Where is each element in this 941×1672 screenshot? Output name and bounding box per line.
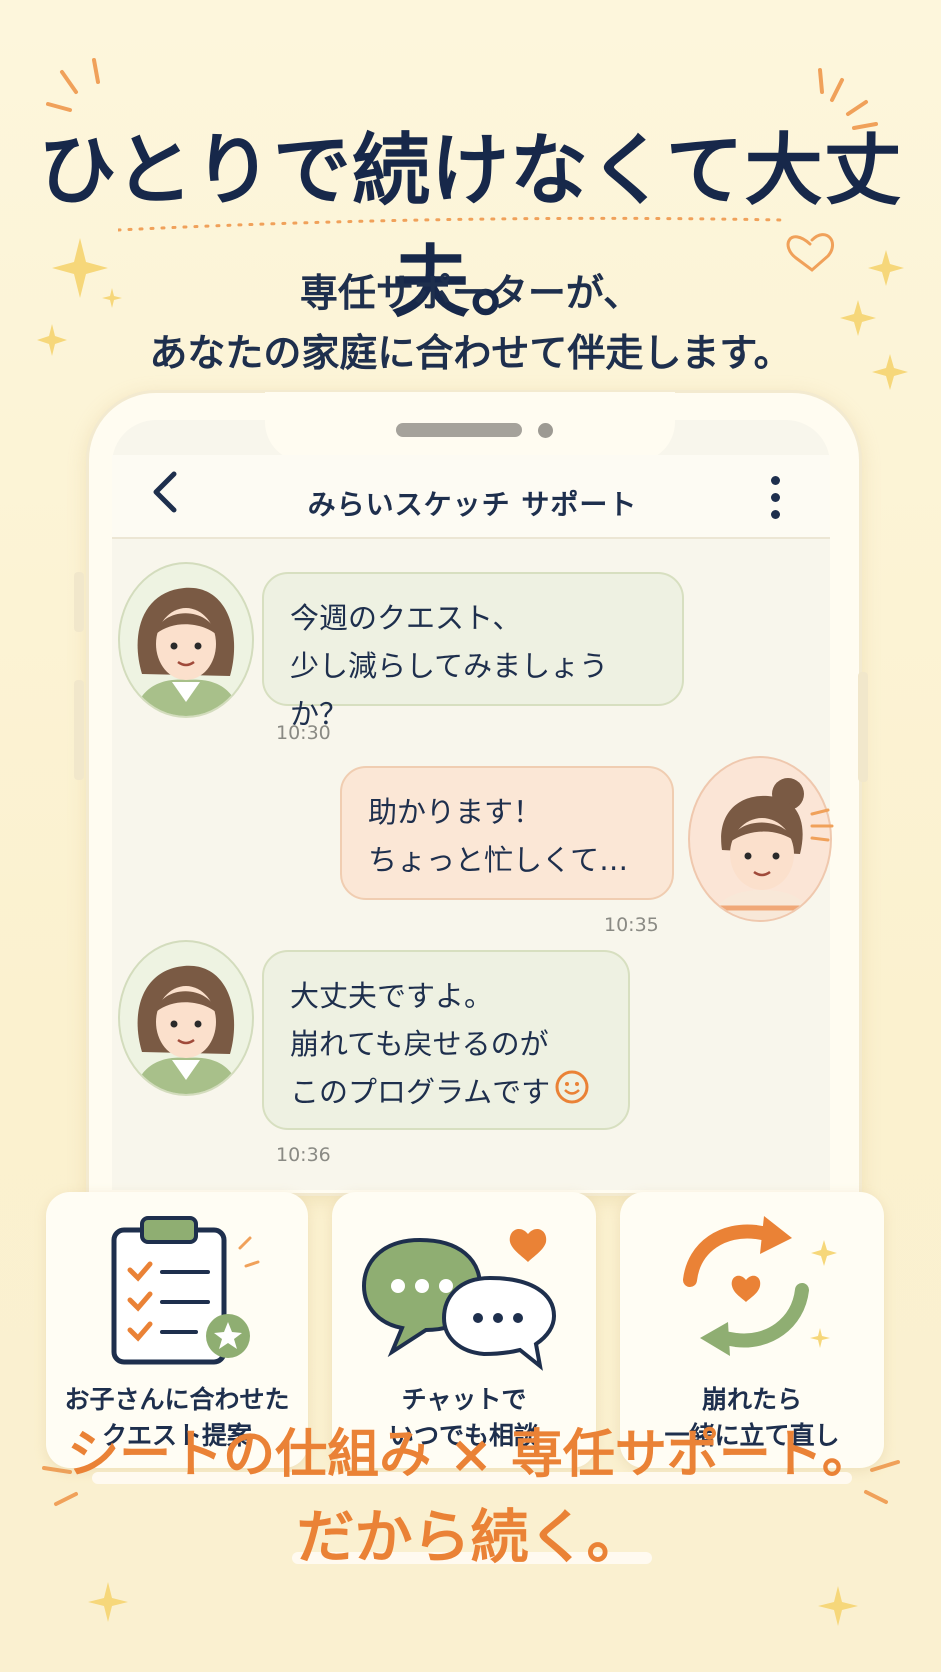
- slogan-line-1: シートの仕組み × 専任サポート。: [67, 1425, 874, 1485]
- message-bubble: 助かります！ ちょっと忙しくて…: [340, 766, 674, 900]
- phone-side-button: [74, 572, 84, 632]
- smile-icon: [554, 1069, 590, 1119]
- sparkle-lines-icon: [810, 808, 834, 842]
- message-line: 少し減らしてみましょうか？: [290, 649, 609, 731]
- message-line: 崩れても戻せるのが: [290, 1027, 549, 1061]
- subheadline-line-2: あなたの家庭に合わせて伴走します。: [149, 331, 792, 375]
- sparkle-icon: [88, 1582, 128, 1622]
- phone-side-button: [74, 680, 84, 780]
- message-line: 大丈夫ですよ。: [290, 979, 494, 1013]
- burst-left-icon: [46, 58, 100, 112]
- phone-speaker: [396, 423, 522, 437]
- sparkle-icon: [818, 1586, 858, 1626]
- subheadline-line-1: 専任サポーターが、: [299, 271, 642, 315]
- slogan-line-2: だから続く。: [296, 1503, 645, 1571]
- message-line: ちょっと忙しくて…: [368, 843, 629, 877]
- phone-camera: [538, 423, 553, 438]
- message-bubble: 大丈夫ですよ。 崩れても戻せるのが このプログラムです: [262, 950, 630, 1130]
- supporter-avatar: [118, 940, 254, 1096]
- phone-side-button: [858, 672, 868, 782]
- chat-bubbles-icon: [361, 1212, 562, 1376]
- more-vertical-icon[interactable]: [765, 476, 785, 522]
- clipboard-checklist-icon: [100, 1208, 260, 1372]
- supporter-avatar: [118, 562, 254, 718]
- chevron-left-icon[interactable]: [148, 470, 182, 525]
- message-line: 助かります！: [368, 795, 543, 829]
- dotted-divider: [118, 216, 784, 232]
- message-time: 10:30: [276, 722, 331, 744]
- message-time: 10:36: [276, 1144, 331, 1166]
- chat-title: みらいスケッチ サポート: [307, 488, 638, 521]
- message-time: 10:35: [604, 914, 659, 936]
- refresh-heart-icon: [664, 1210, 844, 1374]
- message-line: このプログラムです: [290, 1068, 602, 1119]
- message-line: 今週のクエスト、: [290, 601, 522, 635]
- message-bubble: 今週のクエスト、 少し減らしてみましょうか？: [262, 572, 684, 731]
